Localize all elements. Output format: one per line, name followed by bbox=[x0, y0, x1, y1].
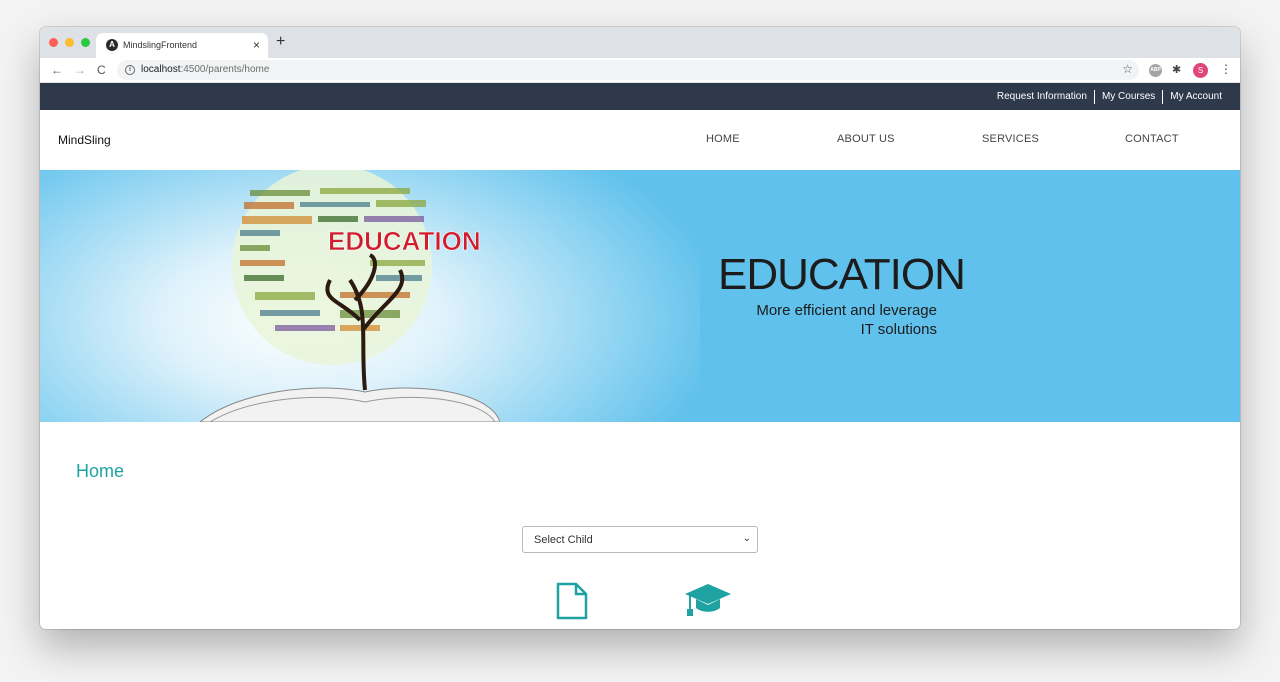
tab-title: MindslingFrontend bbox=[123, 40, 198, 50]
education-tree-image: EDUCATION bbox=[200, 170, 500, 422]
close-window-button[interactable] bbox=[49, 38, 58, 47]
select-child-dropdown[interactable]: Select Child ⌄ bbox=[522, 526, 758, 553]
my-account-link[interactable]: My Account bbox=[1162, 90, 1229, 104]
utility-bar: Request Information My Courses My Accoun… bbox=[40, 83, 1240, 110]
page-title: Home bbox=[76, 461, 125, 481]
brand-logo[interactable]: MindSling bbox=[58, 133, 111, 147]
forward-icon[interactable]: → bbox=[74, 63, 86, 77]
back-icon[interactable]: ← bbox=[51, 63, 63, 77]
adblock-extension-icon[interactable]: ABP bbox=[1149, 64, 1162, 77]
address-bar[interactable]: i localhost:4500/parents/home ☆ bbox=[117, 60, 1139, 80]
hero-title: EDUCATION bbox=[718, 250, 966, 299]
tree-education-label: EDUCATION bbox=[328, 226, 481, 256]
hero-subtitle: More efficient and leverage IT solutions bbox=[756, 302, 937, 338]
request-information-link[interactable]: Request Information bbox=[990, 90, 1094, 104]
graduation-cap-icon[interactable] bbox=[684, 582, 732, 618]
angular-icon: A bbox=[106, 39, 118, 51]
extensions-puzzle-icon[interactable]: ✱ bbox=[1172, 63, 1181, 76]
main-navigation: MindSling HOME ABOUT US SERVICES CONTACT bbox=[40, 110, 1240, 170]
nav-contact[interactable]: CONTACT bbox=[1125, 133, 1179, 145]
site-info-icon[interactable]: i bbox=[125, 65, 135, 75]
nav-about-us[interactable]: ABOUT US bbox=[837, 133, 895, 145]
main-content: Home Select Child ⌄ bbox=[40, 422, 1240, 629]
tab-close-icon[interactable]: × bbox=[253, 38, 260, 52]
bookmark-star-icon[interactable]: ☆ bbox=[1122, 62, 1133, 76]
web-page: Request Information My Courses My Accoun… bbox=[40, 83, 1240, 629]
utility-links: Request Information My Courses My Accoun… bbox=[990, 90, 1229, 104]
minimize-window-button[interactable] bbox=[65, 38, 74, 47]
new-tab-button[interactable]: + bbox=[276, 34, 285, 50]
nav-services[interactable]: SERVICES bbox=[982, 133, 1039, 145]
profile-avatar[interactable]: S bbox=[1193, 63, 1208, 78]
url-text: localhost:4500/parents/home bbox=[141, 64, 270, 75]
reload-icon[interactable]: C bbox=[97, 63, 106, 77]
chevron-down-icon: ⌄ bbox=[742, 533, 751, 544]
my-courses-link[interactable]: My Courses bbox=[1093, 90, 1162, 104]
hero-banner: EDUCATION EDUCATION More efficient and l… bbox=[40, 170, 1240, 422]
tab-strip: A MindslingFrontend × + bbox=[40, 27, 1240, 58]
browser-menu-icon[interactable]: ⋮ bbox=[1220, 62, 1232, 76]
nav-home[interactable]: HOME bbox=[706, 133, 740, 145]
browser-window: A MindslingFrontend × + ← → C i localhos… bbox=[40, 27, 1240, 629]
select-child-value: Select Child bbox=[534, 534, 593, 546]
browser-tab[interactable]: A MindslingFrontend × bbox=[96, 33, 268, 58]
document-icon[interactable] bbox=[555, 582, 589, 620]
browser-toolbar: ← → C i localhost:4500/parents/home ☆ AB… bbox=[40, 58, 1240, 83]
maximize-window-button[interactable] bbox=[81, 38, 90, 47]
window-controls bbox=[49, 38, 90, 47]
